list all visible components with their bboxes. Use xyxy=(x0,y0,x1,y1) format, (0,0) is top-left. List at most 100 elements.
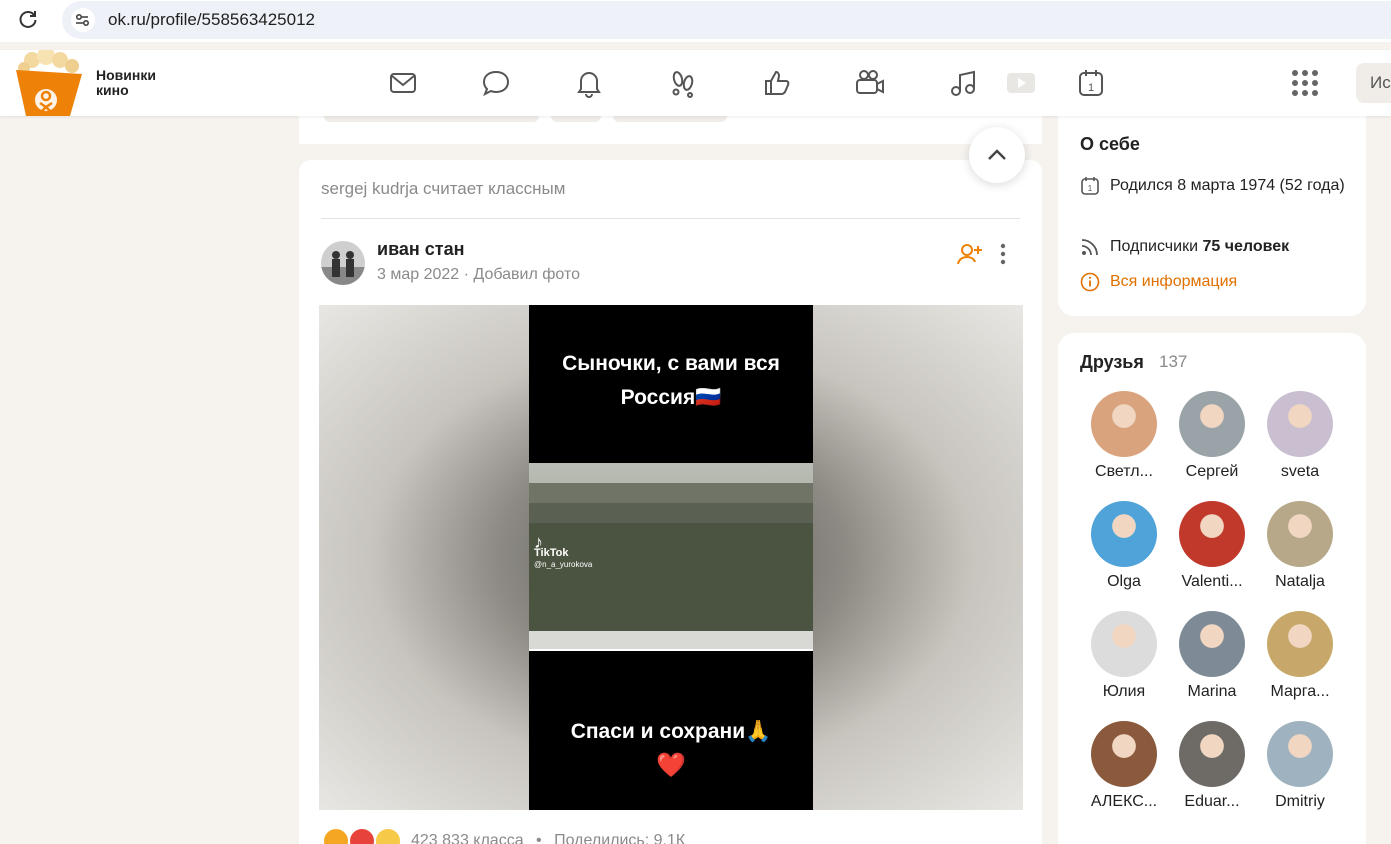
caption-top-line-1: Сыночки, с вами вся xyxy=(562,352,780,375)
subscribers-label: Подписчики xyxy=(1110,238,1199,255)
tab-pill[interactable] xyxy=(613,116,727,122)
friend-item[interactable]: Natalja xyxy=(1256,501,1344,611)
friend-item[interactable]: Юлия xyxy=(1080,611,1168,721)
post-stats: 423 833 класса • Поделились: 9,1К xyxy=(411,832,685,844)
tab-pill[interactable] xyxy=(324,116,539,122)
post-date[interactable]: 3 мар 2022 xyxy=(377,266,459,283)
promo-line-1: Новинки xyxy=(96,67,156,83)
music-icon[interactable] xyxy=(945,65,981,101)
friend-name[interactable]: Dmitriy xyxy=(1256,793,1344,811)
site-info-icon[interactable] xyxy=(70,8,96,32)
post-meta: 3 мар 2022 · Добавил фото xyxy=(377,266,580,284)
friend-name[interactable]: Светл... xyxy=(1080,463,1168,481)
author-avatar[interactable] xyxy=(321,241,365,285)
likes-count[interactable]: 423 833 класса xyxy=(411,832,524,844)
more-options-icon[interactable] xyxy=(993,242,1013,266)
friend-name[interactable]: Марга... xyxy=(1256,683,1344,701)
promo-label[interactable]: Новинки кино xyxy=(96,68,156,98)
friend-avatar[interactable] xyxy=(1091,721,1157,787)
bell-icon[interactable] xyxy=(571,65,607,101)
friend-item[interactable]: sveta xyxy=(1256,391,1344,501)
friend-avatar[interactable] xyxy=(1179,391,1245,457)
photo-caption-bottom: Спаси и сохрани🙏 ❤️ xyxy=(529,715,813,783)
reload-icon[interactable] xyxy=(16,8,40,32)
stats-separator: • xyxy=(536,832,542,844)
svg-text:1: 1 xyxy=(1088,184,1093,193)
caption-bottom-line: Спаси и сохрани🙏 xyxy=(570,720,772,743)
friend-item[interactable]: Valenti... xyxy=(1168,501,1256,611)
friend-name[interactable]: Olga xyxy=(1080,573,1168,591)
scroll-to-top-button[interactable] xyxy=(969,127,1025,183)
friend-avatar[interactable] xyxy=(1091,501,1157,567)
shares-count[interactable]: Поделились: 9,1К xyxy=(554,832,685,844)
browser-toolbar: ok.ru/profile/558563425012 xyxy=(0,0,1391,42)
add-friend-icon[interactable] xyxy=(957,242,983,266)
about-title: О себе xyxy=(1080,134,1140,154)
friend-name[interactable]: Сергей xyxy=(1168,463,1256,481)
rss-icon xyxy=(1081,239,1098,256)
friends-title[interactable]: Друзья xyxy=(1080,352,1144,373)
friend-name[interactable]: Valenti... xyxy=(1168,573,1256,591)
friend-item[interactable]: Сергей xyxy=(1168,391,1256,501)
friend-avatar[interactable] xyxy=(1267,611,1333,677)
friend-avatar[interactable] xyxy=(1091,611,1157,677)
chat-icon[interactable] xyxy=(478,65,514,101)
chevron-up-icon xyxy=(988,149,1006,160)
mail-icon[interactable] xyxy=(385,65,421,101)
friend-name[interactable]: Natalja xyxy=(1256,573,1344,591)
url-text: ok.ru/profile/558563425012 xyxy=(108,10,315,29)
friend-avatar[interactable] xyxy=(1267,721,1333,787)
search-input[interactable]: Ис xyxy=(1356,63,1391,103)
friend-avatar[interactable] xyxy=(1267,391,1333,457)
post-action: Добавил фото xyxy=(473,266,581,283)
promo-line-2: кино xyxy=(96,82,129,98)
ok-logo-popcorn-icon[interactable] xyxy=(10,47,90,116)
post-photo[interactable]: Сыночки, с вами вся Россия🇷🇺 ♪ TikTok @n… xyxy=(529,305,813,810)
footprints-icon[interactable] xyxy=(665,65,701,101)
post-author-name[interactable]: иван стан xyxy=(377,239,465,260)
subscribers-text: Подписчики 75 человек xyxy=(1110,234,1350,259)
friends-card: Друзья 137 Светл... Сергей sveta Olga Valent… xyxy=(1058,333,1366,844)
birthday-text: Родился 8 марта 1974 (52 года) xyxy=(1110,177,1345,194)
tiktok-label: TikTok xyxy=(534,547,569,559)
friend-name[interactable]: Eduar... xyxy=(1168,793,1256,811)
calendar-icon[interactable]: 1 xyxy=(1073,65,1109,101)
apps-grid-icon[interactable] xyxy=(1290,68,1320,98)
tiktok-user: @n_a_yurokova xyxy=(534,560,593,569)
friend-item[interactable]: Eduar... xyxy=(1168,721,1256,831)
friend-name[interactable]: Юлия xyxy=(1080,683,1168,701)
friends-count: 137 xyxy=(1159,352,1188,371)
friend-item[interactable]: Dmitriy xyxy=(1256,721,1344,831)
photo-caption-top: Сыночки, с вами вся Россия🇷🇺 xyxy=(529,347,813,415)
address-bar[interactable]: ok.ru/profile/558563425012 xyxy=(62,1,1391,39)
play-icon[interactable] xyxy=(1002,65,1038,101)
previous-post-tail xyxy=(299,116,1042,144)
svg-text:1: 1 xyxy=(1088,82,1094,94)
post-photo-area[interactable]: Сыночки, с вами вся Россия🇷🇺 ♪ TikTok @n… xyxy=(319,305,1023,810)
friend-name[interactable]: АЛЕКС... xyxy=(1080,793,1168,811)
friend-name[interactable]: sveta xyxy=(1256,463,1344,481)
friend-item[interactable]: Светл... xyxy=(1080,391,1168,501)
friend-avatar[interactable] xyxy=(1179,501,1245,567)
friend-avatar[interactable] xyxy=(1179,611,1245,677)
friend-item[interactable]: Марга... xyxy=(1256,611,1344,721)
meta-dot: · xyxy=(463,266,474,283)
video-camera-icon[interactable] xyxy=(852,65,888,101)
tiktok-watermark: ♪ TikTok @n_a_yurokova xyxy=(534,533,593,570)
all-info-link[interactable]: Вся информация xyxy=(1110,269,1350,294)
thumbs-up-icon[interactable] xyxy=(759,65,795,101)
friend-name[interactable]: Marina xyxy=(1168,683,1256,701)
calendar-icon: 1 xyxy=(1081,177,1099,195)
friend-avatar[interactable] xyxy=(1091,391,1157,457)
friend-item[interactable]: Marina xyxy=(1168,611,1256,721)
friend-item[interactable]: Olga xyxy=(1080,501,1168,611)
friend-item[interactable]: АЛЕКС... xyxy=(1080,721,1168,831)
liked-by-text[interactable]: sergej kudrja считает классным xyxy=(321,179,565,199)
friend-avatar[interactable] xyxy=(1179,721,1245,787)
heart-icon: ❤️ xyxy=(656,752,686,779)
caption-top-line-2: Россия🇷🇺 xyxy=(620,386,722,409)
about-card: О себе 1 Родился 8 марта 1974 (52 года) … xyxy=(1058,116,1366,316)
tab-pill[interactable] xyxy=(551,116,601,122)
info-icon xyxy=(1080,272,1100,292)
friend-avatar[interactable] xyxy=(1267,501,1333,567)
